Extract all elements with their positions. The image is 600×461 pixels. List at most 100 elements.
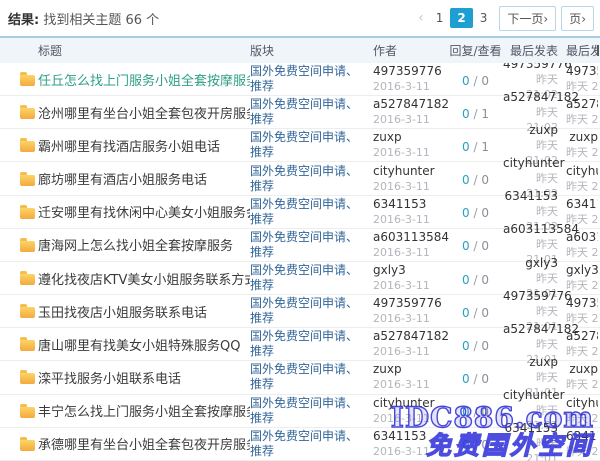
topic-replies-cell: 0 / 0 — [448, 269, 503, 288]
topic-author-cell: cityhunter 2016-3-11 — [373, 396, 448, 426]
forum-link-line2[interactable]: 推荐 — [250, 411, 274, 425]
forum-link[interactable]: 国外免费空间申请、 — [250, 396, 358, 410]
forum-link-line2[interactable]: 推荐 — [250, 377, 274, 391]
topic-forum-cell: 国外免费空间申请、 推荐 — [250, 329, 373, 359]
folder-icon — [20, 141, 35, 152]
author-link[interactable]: a527847182 — [373, 329, 449, 343]
topic-title[interactable]: 廊坊哪里有酒店小姐服务电话 — [38, 169, 250, 188]
forum-link[interactable]: 国外免费空间申请、 — [250, 97, 358, 111]
forum-link-line2[interactable]: 推荐 — [250, 311, 274, 325]
post-date: 2016-3-11 — [373, 279, 430, 292]
prev-page-arrow-icon[interactable]: ‹ — [413, 10, 429, 26]
topic-title[interactable]: 玉田找夜店小姐服务联系电话 — [38, 302, 250, 321]
topic-title[interactable]: 丰宁怎么找上门服务小姐全套按摩服务联系电话 — [38, 401, 250, 420]
last-post-author[interactable]: 6341153 — [505, 189, 558, 203]
last-post-author[interactable]: cityhunter — [503, 388, 565, 402]
header-title: 标题 — [38, 42, 250, 59]
forum-link-line2[interactable]: 推荐 — [250, 112, 274, 126]
author-link[interactable]: a527847182 — [373, 97, 449, 111]
forum-link[interactable]: 国外免费空间申请、 — [250, 197, 358, 211]
author-link[interactable]: gxly3 — [373, 263, 406, 277]
forum-link[interactable]: 国外免费空间申请、 — [250, 263, 358, 277]
topic-icon-cell — [0, 370, 38, 384]
topic-title-cell: 任丘怎么找上门服务小姐全套按摩服务联系电话 — [38, 70, 250, 89]
folder-icon — [20, 274, 35, 285]
folder-icon — [20, 373, 35, 384]
last-post-time-clipped: 昨天 21:02 — [566, 146, 598, 159]
forum-link-line2[interactable]: 推荐 — [250, 179, 274, 193]
page-button-1[interactable]: 1 — [429, 8, 451, 28]
reply-count: 0 — [462, 273, 470, 287]
author-link[interactable]: 497359776 — [373, 296, 442, 310]
last-post-time-clipped: 昨天 21:01 — [566, 345, 598, 358]
reply-count: 0 — [462, 74, 470, 88]
forum-link-line2[interactable]: 推荐 — [250, 245, 274, 259]
last-post-author-clipped: zuxp — [569, 362, 598, 376]
topic-title[interactable]: 唐海网上怎么找小姐全套按摩服务 — [38, 235, 250, 254]
forum-link-line2[interactable]: 推荐 — [250, 79, 274, 93]
forum-link[interactable]: 国外免费空间申请、 — [250, 429, 358, 443]
forum-link-line2[interactable]: 推荐 — [250, 278, 274, 292]
page-button-2-active[interactable]: 2 — [450, 8, 472, 28]
topic-forum-cell: 国外免费空间申请、 推荐 — [250, 429, 373, 459]
last-page-button[interactable]: 页› — [561, 6, 594, 31]
post-date: 2016-3-11 — [373, 445, 430, 458]
author-link[interactable]: 497359776 — [373, 64, 442, 78]
forum-link[interactable]: 国外免费空间申请、 — [250, 130, 358, 144]
forum-link-line2[interactable]: 推荐 — [250, 145, 274, 159]
forum-link[interactable]: 国外免费空间申请、 — [250, 164, 358, 178]
topic-title[interactable]: 滦平找服务小姐联系电话 — [38, 368, 250, 387]
forum-link-line2[interactable]: 推荐 — [250, 444, 274, 458]
reply-count: 0 — [462, 107, 470, 121]
reply-separator: / — [470, 273, 482, 287]
last-post-time-clipped: 昨天 21:01 — [566, 246, 598, 259]
reply-separator: / — [470, 306, 482, 320]
topic-title[interactable]: 唐山哪里有找美女小姐特殊服务QQ — [38, 335, 250, 354]
last-post-author[interactable]: zuxp — [529, 355, 558, 369]
forum-link-line2[interactable]: 推荐 — [250, 212, 274, 226]
forum-link[interactable]: 国外免费空间申请、 — [250, 362, 358, 376]
topic-list: 任丘怎么找上门服务小姐全套按摩服务联系电话 国外免费空间申请、 推荐 49735… — [0, 63, 600, 461]
topic-title-cell: 遵化找夜店KTV美女小姐服务联系方式 — [38, 269, 250, 288]
reply-separator: / — [470, 140, 482, 154]
reply-separator: / — [470, 206, 482, 220]
topic-title-cell: 承德哪里有坐台小姐全套包夜开房服务 — [38, 434, 250, 453]
author-link[interactable]: 6341153 — [373, 429, 426, 443]
author-link[interactable]: zuxp — [373, 130, 402, 144]
results-count-text: 找到相关主题 66 个 — [39, 13, 159, 28]
page-button-3[interactable]: 3 — [473, 8, 495, 28]
topic-title[interactable]: 霸州哪里有找酒店服务小姐电话 — [38, 136, 250, 155]
last-post-author[interactable]: zuxp — [529, 123, 558, 137]
author-link[interactable]: cityhunter — [373, 396, 435, 410]
topic-title[interactable]: 承德哪里有坐台小姐全套包夜开房服务 — [38, 434, 250, 453]
topic-title[interactable]: 迁安哪里有找休闲中心美女小姐服务会所小妹联系方式 — [38, 202, 250, 221]
topic-author-cell: a603113584 2016-3-11 — [373, 230, 448, 260]
forum-link[interactable]: 国外免费空间申请、 — [250, 296, 358, 310]
topic-title-cell: 霸州哪里有找酒店服务小姐电话 — [38, 136, 250, 155]
last-post-author[interactable]: gxly3 — [525, 256, 558, 270]
topic-lastpost-cell-clipped: 6341153 昨天 21:01 — [566, 429, 598, 459]
topic-replies-cell: 0 / 1 — [448, 103, 503, 122]
reply-count: 0 — [462, 405, 470, 419]
author-link[interactable]: zuxp — [373, 362, 402, 376]
topic-author-cell: 497359776 2016-3-11 — [373, 64, 448, 94]
forum-link[interactable]: 国外免费空间申请、 — [250, 230, 358, 244]
next-page-button[interactable]: 下一页› — [499, 6, 556, 31]
topic-title[interactable]: 遵化找夜店KTV美女小姐服务联系方式 — [38, 269, 250, 288]
last-post-author[interactable]: cityhunter — [503, 156, 565, 170]
last-post-author-clipped: 497359776 — [566, 64, 598, 78]
last-post-author[interactable]: 497359776 — [503, 289, 572, 303]
author-link[interactable]: cityhunter — [373, 164, 435, 178]
topic-title[interactable]: 沧州哪里有坐台小姐全套包夜开房服务 — [38, 103, 250, 122]
forum-link[interactable]: 国外免费空间申请、 — [250, 329, 358, 343]
post-date: 2016-3-11 — [373, 246, 430, 259]
author-link[interactable]: 6341153 — [373, 197, 426, 211]
forum-link[interactable]: 国外免费空间申请、 — [250, 64, 358, 78]
author-link[interactable]: a603113584 — [373, 230, 449, 244]
topic-title[interactable]: 任丘怎么找上门服务小姐全套按摩服务联系电话 — [38, 70, 250, 89]
last-post-author-clipped: cityhunter — [566, 396, 598, 410]
topic-icon-cell — [0, 105, 38, 119]
last-post-author[interactable]: 6341153 — [505, 421, 558, 435]
forum-link-line2[interactable]: 推荐 — [250, 344, 274, 358]
last-post-author-clipped: 6341153 — [566, 197, 598, 211]
